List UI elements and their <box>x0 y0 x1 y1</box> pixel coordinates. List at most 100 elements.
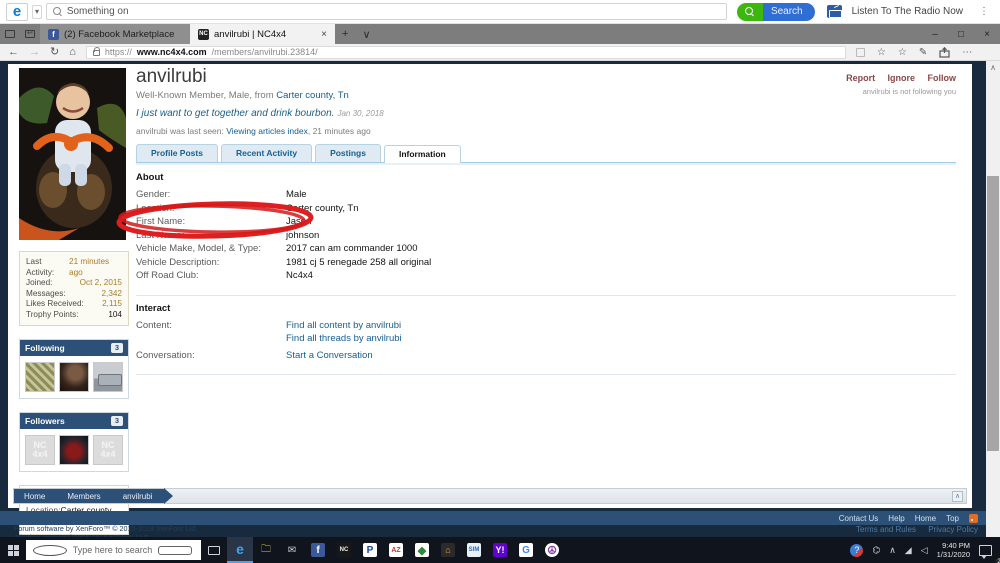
logo-dropdown-icon[interactable]: ▾ <box>32 5 42 19</box>
toolbar-menu-icon[interactable]: ⋮ <box>975 6 994 17</box>
breadcrumb: Home Members anvilrubi ∧ <box>13 488 967 504</box>
taskbar-app-store[interactable]: ⌂ <box>435 537 461 563</box>
set-aside-tabs-icon[interactable] <box>20 24 40 44</box>
find-all-content-link[interactable]: Find all content by anvilrubi <box>286 320 402 333</box>
minimize-button[interactable]: – <box>922 24 948 44</box>
footer-top[interactable]: Top <box>946 514 959 523</box>
tab-postings[interactable]: Postings <box>315 144 381 162</box>
stat-value[interactable]: 2,115 <box>102 299 122 310</box>
follower-avatar[interactable]: NC4x4 <box>93 435 123 465</box>
report-link[interactable]: Report <box>846 73 875 83</box>
info-row: Off Road Club:Nc4x4 <box>136 270 956 283</box>
refresh-icon[interactable]: ↻ <box>50 47 59 58</box>
taskbar-app-green[interactable]: ◆ <box>409 537 435 563</box>
edge-logo[interactable]: e <box>6 3 28 21</box>
mic-icon[interactable] <box>158 546 192 555</box>
radio-toolbar-label[interactable]: Listen To The Radio Now <box>852 6 963 17</box>
info-label: First Name: <box>136 216 286 229</box>
avatar[interactable] <box>19 68 126 240</box>
task-view-button[interactable] <box>201 537 227 563</box>
settings-more-icon[interactable]: ⋯ <box>962 47 972 58</box>
taskbar-clock[interactable]: 9:40 PM 1/31/2020 <box>937 541 970 559</box>
breadcrumb-anvilrubi[interactable]: anvilrubi <box>123 492 153 501</box>
taskbar-app-google[interactable]: G <box>513 537 539 563</box>
action-center-icon[interactable] <box>979 545 992 556</box>
footer-legal-row: Forum software by XenForo™ © 2010-2018 X… <box>0 525 1000 537</box>
tab-facebook-marketplace[interactable]: f (2) Facebook Marketplace <box>40 24 190 44</box>
new-tab-button[interactable]: + <box>335 24 355 44</box>
radio-icon[interactable] <box>827 5 842 18</box>
terms-and-rules-link[interactable]: Terms and Rules <box>856 525 916 534</box>
location-link[interactable]: Carter county, Tn <box>276 90 349 101</box>
privacy-policy-link[interactable]: Privacy Policy <box>928 525 978 534</box>
start-button[interactable] <box>0 537 26 563</box>
people-tray-icon[interactable]: ⌬ <box>872 545 880 556</box>
followers-title[interactable]: Followers <box>25 416 65 426</box>
taskbar-app-paypal[interactable]: P <box>357 537 383 563</box>
taskbar-app-peace[interactable]: ☮ <box>539 537 565 563</box>
breadcrumb-members[interactable]: Members <box>67 492 100 501</box>
scroll-up-icon[interactable]: ∧ <box>986 61 1000 72</box>
footer-home[interactable]: Home <box>915 514 936 523</box>
footer-contact-us[interactable]: Contact Us <box>839 514 879 523</box>
forward-icon[interactable]: → <box>29 47 40 58</box>
tab-recent-activity[interactable]: Recent Activity <box>221 144 312 162</box>
home-icon[interactable]: ⌂ <box>69 47 76 58</box>
help-tray-icon[interactable]: ? <box>850 544 863 557</box>
following-avatar[interactable] <box>93 362 123 392</box>
tab-profile-posts[interactable]: Profile Posts <box>136 144 218 162</box>
windows-icon <box>8 545 19 556</box>
ignore-link[interactable]: Ignore <box>888 73 916 83</box>
footer-help[interactable]: Help <box>888 514 904 523</box>
page-scrollbar[interactable]: ∧ <box>986 61 1000 537</box>
stat-value[interactable]: 2,342 <box>102 289 123 300</box>
toolbar-search-button[interactable]: Search <box>737 3 815 21</box>
share-icon[interactable] <box>939 47 950 58</box>
toolbar-search-input[interactable] <box>67 6 720 17</box>
taskbar-app-facebook[interactable]: f2 <box>305 537 331 563</box>
taskbar-app-a-to-z[interactable]: AZ <box>383 537 409 563</box>
mail-icon[interactable]: ✉ <box>279 537 305 563</box>
following-count-badge: 3 <box>111 343 123 353</box>
tray-expand-icon[interactable]: ∧ <box>889 545 896 556</box>
file-explorer-icon[interactable]: 🗀 <box>253 537 279 563</box>
close-window-button[interactable]: × <box>974 24 1000 44</box>
tab-list-dropdown-icon[interactable]: ∨ <box>355 24 377 44</box>
following-avatar[interactable] <box>59 362 89 392</box>
interact-label: Conversation: <box>136 350 286 363</box>
scrollbar-thumb[interactable] <box>987 176 999 451</box>
find-all-threads-link[interactable]: Find all threads by anvilrubi <box>286 333 402 346</box>
back-icon[interactable]: ← <box>8 47 19 58</box>
following-avatar[interactable] <box>25 362 55 392</box>
volume-icon[interactable]: ◁ <box>921 545 928 556</box>
taskbar-app-yahoo[interactable]: Y! <box>487 537 513 563</box>
taskbar-app-nc4x4[interactable]: NC <box>331 537 357 563</box>
taskbar-app-sim[interactable]: SIM <box>461 537 487 563</box>
hub-icon[interactable]: ☆ <box>898 47 907 58</box>
toolbar-search-field[interactable] <box>46 3 727 20</box>
tab-information[interactable]: Information <box>384 145 461 163</box>
add-favorite-icon[interactable]: ☆ <box>877 47 886 58</box>
follower-avatar[interactable]: NC4x4 <box>25 435 55 465</box>
tab-preview-icon[interactable] <box>0 24 20 44</box>
rss-icon[interactable] <box>969 514 978 523</box>
url-field[interactable]: https://www.nc4x4.com/members/anvilrubi.… <box>86 46 846 59</box>
following-title[interactable]: Following <box>25 343 65 353</box>
address-bar: ← → ↻ ⌂ https://www.nc4x4.com/members/an… <box>0 44 1000 61</box>
last-seen-activity-link[interactable]: Viewing articles index <box>226 126 308 136</box>
network-icon[interactable]: ◢ <box>905 545 912 556</box>
taskbar-edge-icon[interactable]: e <box>227 537 253 563</box>
start-conversation-link[interactable]: Start a Conversation <box>286 350 373 363</box>
breadcrumb-home[interactable]: Home <box>24 492 45 501</box>
tab-close-icon[interactable]: × <box>321 29 327 40</box>
taskbar-search[interactable]: Type here to search <box>26 540 201 560</box>
last-seen-line: anvilrubi was last seen: Viewing article… <box>136 126 956 136</box>
stat-row: Trophy Points:104 <box>26 310 122 321</box>
jump-to-top-icon[interactable]: ∧ <box>952 491 963 502</box>
annotate-pen-icon[interactable]: ✎ <box>919 47 927 58</box>
maximize-button[interactable]: □ <box>948 24 974 44</box>
follower-avatar[interactable] <box>59 435 89 465</box>
tab-anvilrubi-nc4x4[interactable]: NC anvilrubi | NC4x4 × <box>190 24 335 44</box>
reading-view-icon[interactable] <box>856 48 865 57</box>
follow-link[interactable]: Follow <box>928 73 957 83</box>
